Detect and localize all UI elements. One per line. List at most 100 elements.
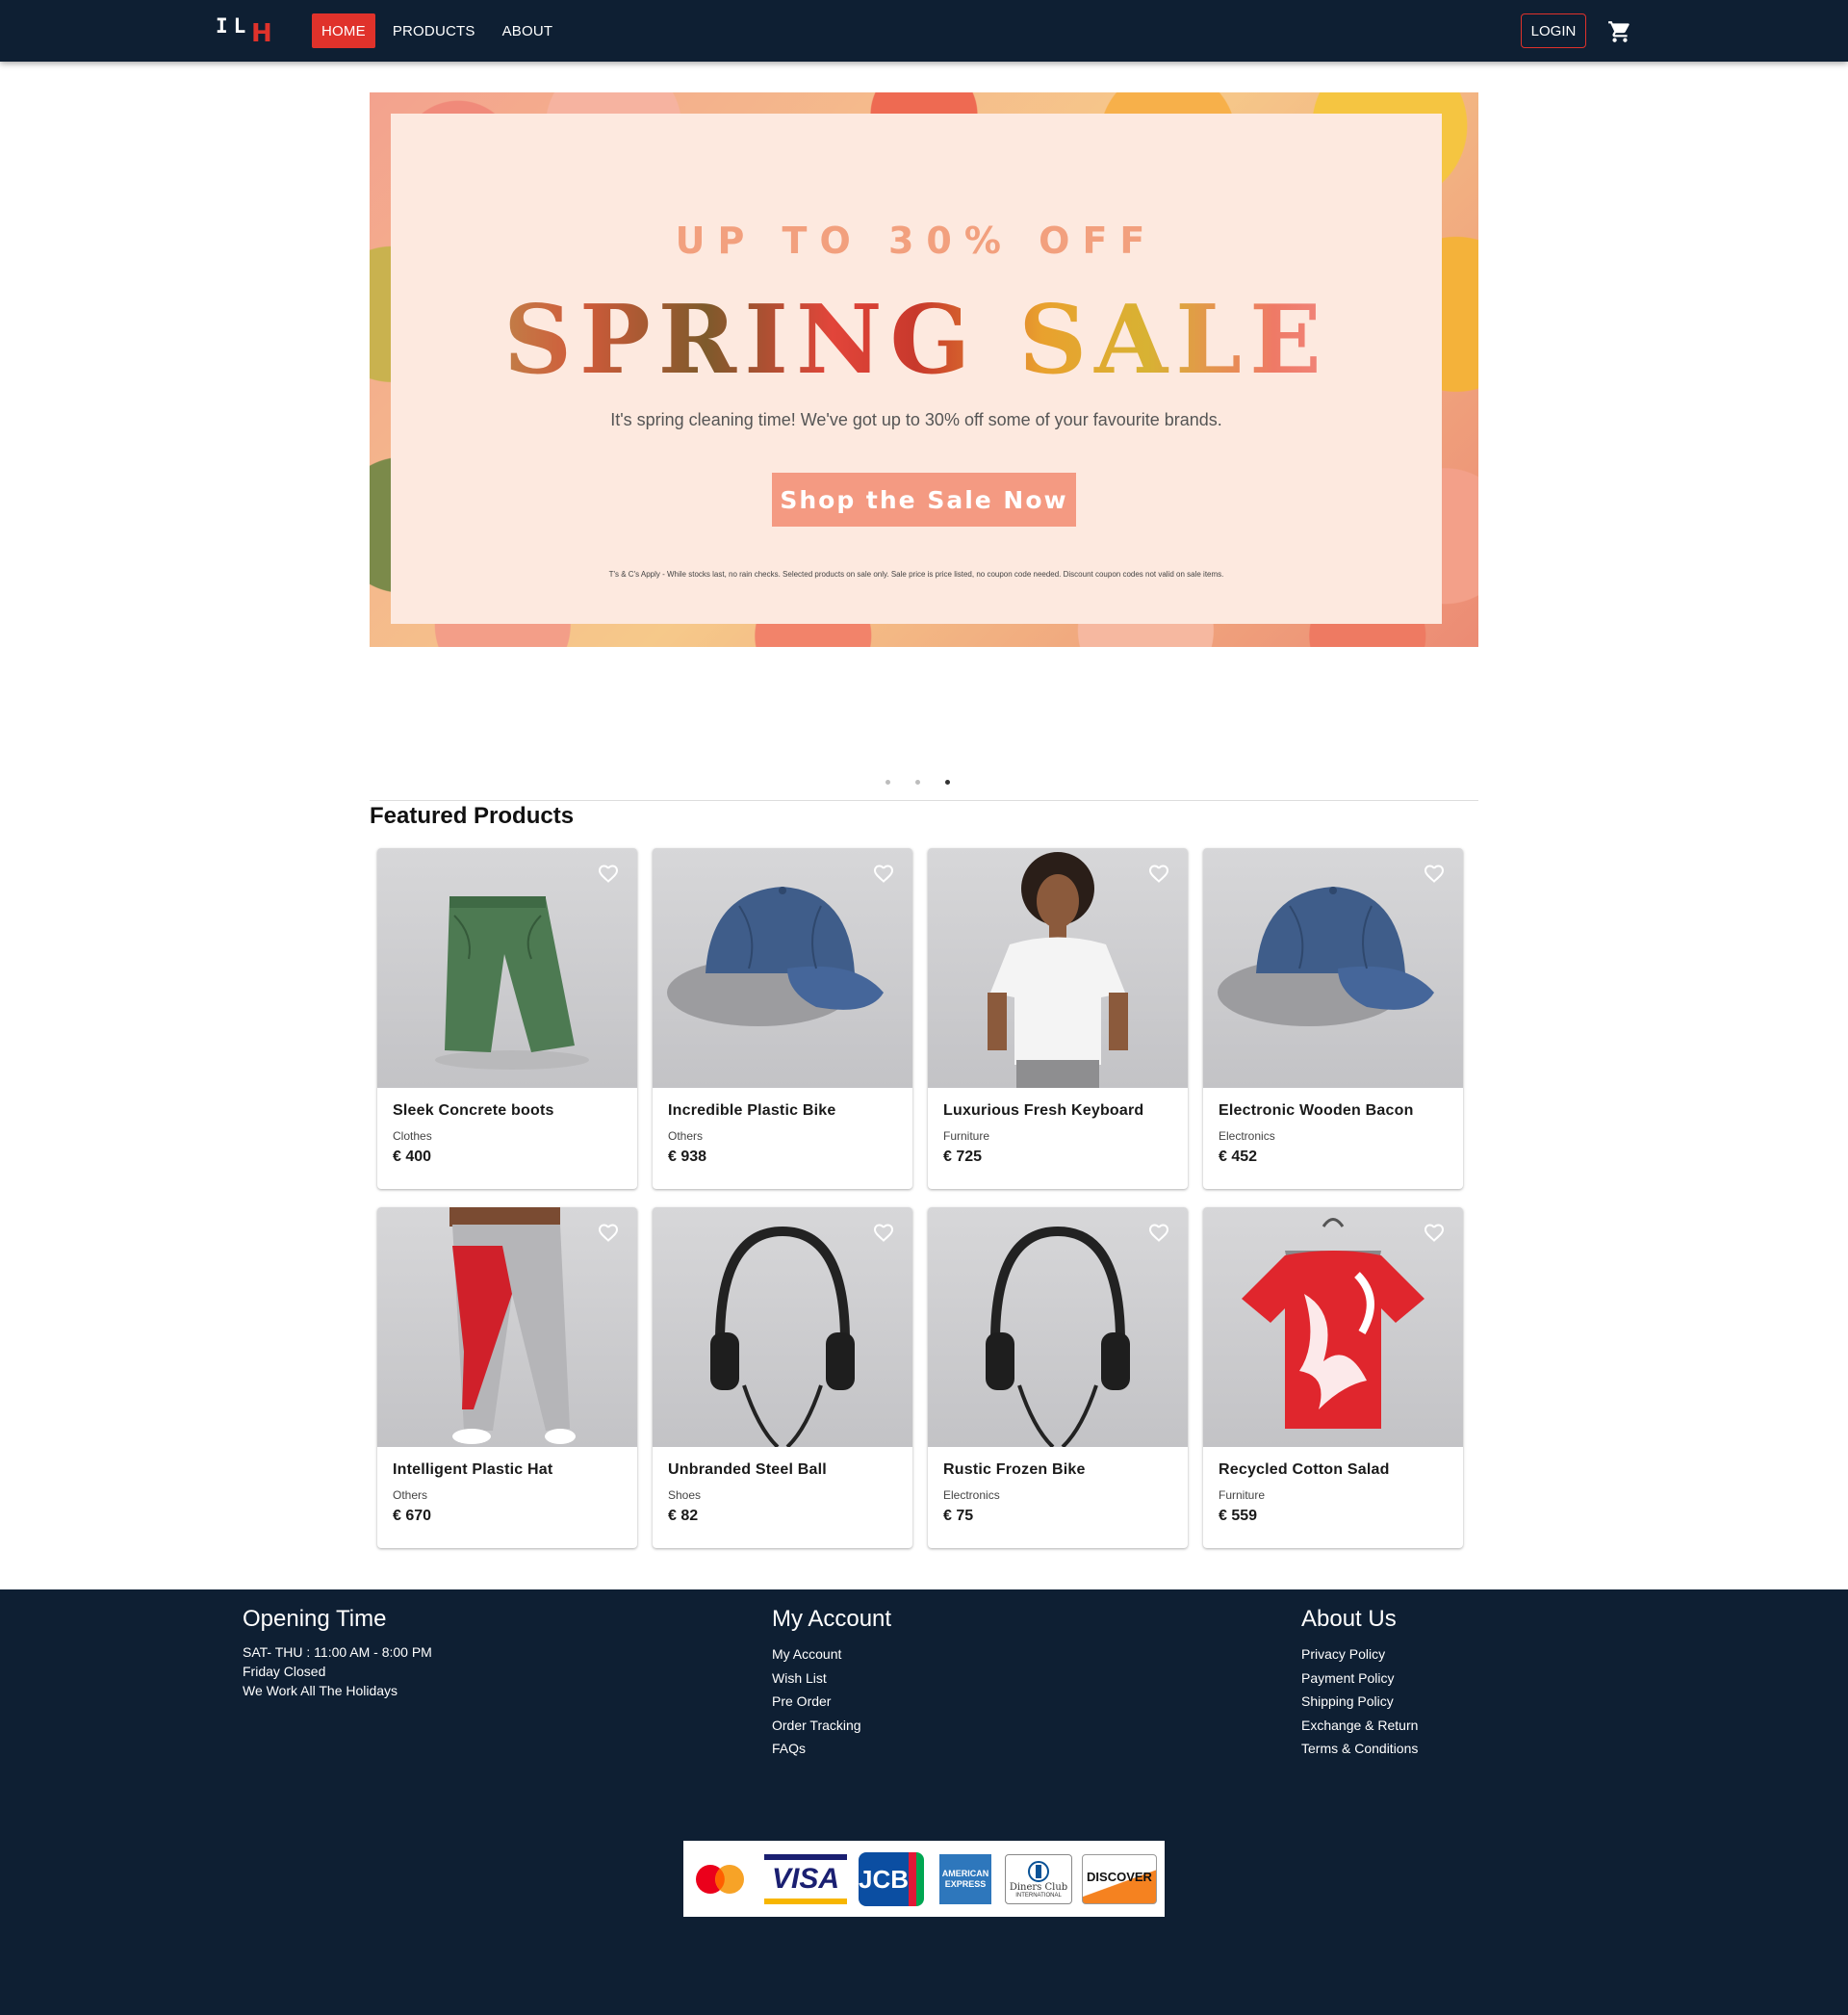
product-name[interactable]: Recycled Cotton Salad: [1219, 1461, 1448, 1479]
favorite-heart-icon[interactable]: [872, 1221, 895, 1244]
product-card[interactable]: Unbranded Steel Ball Shoes € 82: [653, 1207, 912, 1548]
carousel-dot-2[interactable]: [915, 780, 920, 785]
product-price: € 82: [668, 1508, 699, 1524]
diners-subtext: INTERNATIONAL: [1015, 1892, 1062, 1899]
product-price: € 670: [393, 1508, 432, 1524]
login-button[interactable]: LOGIN: [1521, 13, 1586, 48]
product-category: Electronics: [1219, 1129, 1275, 1143]
logo-accent-text: H: [251, 19, 272, 48]
nav-about-link[interactable]: ABOUT: [493, 13, 563, 48]
banner-card: UP TO 30% OFF SPRING SALE It's spring cl…: [391, 114, 1442, 624]
footer-link-pre-order[interactable]: Pre Order: [772, 1690, 891, 1714]
product-card[interactable]: Rustic Frozen Bike Electronics € 75: [928, 1207, 1188, 1548]
product-grid: Sleek Concrete boots Clothes € 400 Incre…: [377, 848, 1463, 1548]
product-name[interactable]: Incredible Plastic Bike: [668, 1102, 897, 1120]
banner-title: SPRING SALE: [391, 285, 1442, 396]
product-price: € 725: [943, 1149, 983, 1165]
product-price: € 938: [668, 1149, 707, 1165]
shop-sale-button[interactable]: Shop the Sale Now: [772, 473, 1076, 527]
favorite-heart-icon[interactable]: [1147, 862, 1170, 885]
nav-products-link[interactable]: PRODUCTS: [383, 13, 485, 48]
carousel-indicators: [886, 780, 950, 785]
product-card[interactable]: Sleek Concrete boots Clothes € 400: [377, 848, 637, 1189]
product-category: Others: [668, 1129, 704, 1143]
footer-link-terms[interactable]: Terms & Conditions: [1301, 1737, 1418, 1761]
banner-promo-line: UP TO 30% OFF: [675, 220, 1158, 262]
product-card[interactable]: Luxurious Fresh Keyboard Furniture € 725: [928, 848, 1188, 1189]
footer-link-privacy[interactable]: Privacy Policy: [1301, 1642, 1418, 1666]
product-category: Clothes: [393, 1129, 432, 1143]
promo-banner[interactable]: UP TO 30% OFF SPRING SALE It's spring cl…: [370, 92, 1478, 647]
footer-link-my-account[interactable]: My Account: [772, 1642, 891, 1666]
product-name[interactable]: Rustic Frozen Bike: [943, 1461, 1172, 1479]
brand-logo[interactable]: IL H: [216, 13, 273, 48]
visa-text: VISA: [771, 1863, 840, 1895]
opening-holidays-line: We Work All The Holidays: [243, 1683, 398, 1698]
footer-link-payment[interactable]: Payment Policy: [1301, 1666, 1418, 1691]
product-name[interactable]: Unbranded Steel Ball: [668, 1461, 897, 1479]
product-card[interactable]: Recycled Cotton Salad Furniture € 559: [1203, 1207, 1463, 1548]
product-info: Unbranded Steel Ball Shoes € 82: [653, 1447, 912, 1525]
favorite-heart-icon[interactable]: [597, 1221, 620, 1244]
amex-icon: AMERICAN EXPRESS: [939, 1854, 991, 1904]
product-name[interactable]: Luxurious Fresh Keyboard: [943, 1102, 1172, 1120]
product-price: € 559: [1219, 1508, 1258, 1524]
favorite-heart-icon[interactable]: [872, 862, 895, 885]
top-navbar: IL H HOME PRODUCTS ABOUT LOGIN: [0, 0, 1848, 62]
logo-text: IL: [216, 14, 252, 38]
product-card[interactable]: Incredible Plastic Bike Others € 938: [653, 848, 912, 1189]
carousel-dot-1[interactable]: [886, 780, 890, 785]
product-card[interactable]: Electronic Wooden Bacon Electronics € 45…: [1203, 848, 1463, 1189]
footer-link-shipping[interactable]: Shipping Policy: [1301, 1690, 1418, 1714]
discover-icon: DISCOVER: [1082, 1854, 1157, 1904]
product-image-tshirt-model[interactable]: [928, 848, 1188, 1088]
favorite-heart-icon[interactable]: [1423, 1221, 1446, 1244]
banner-fine-print: T's & C's Apply - While stocks last, no …: [608, 570, 1224, 579]
opening-closed-line: Friday Closed: [243, 1664, 326, 1679]
product-image-headphones[interactable]: [653, 1207, 912, 1447]
footer-link-wish-list[interactable]: Wish List: [772, 1666, 891, 1691]
featured-products-title: Featured Products: [370, 803, 575, 829]
product-image-red-tshirt[interactable]: [1203, 1207, 1463, 1447]
product-image-joggers[interactable]: [377, 1207, 637, 1447]
footer-about-us: About Us Privacy Policy Payment Policy S…: [1301, 1606, 1418, 1761]
product-name[interactable]: Electronic Wooden Bacon: [1219, 1102, 1448, 1120]
footer-link-exchange[interactable]: Exchange & Return: [1301, 1714, 1418, 1738]
footer-opening-time: Opening Time SAT- THU : 11:00 AM - 8:00 …: [243, 1606, 432, 1700]
footer-link-order-tracking[interactable]: Order Tracking: [772, 1714, 891, 1738]
carousel-dot-3[interactable]: [945, 780, 950, 785]
site-footer: Opening Time SAT- THU : 11:00 AM - 8:00 …: [0, 1589, 1848, 2015]
product-price: € 452: [1219, 1149, 1258, 1165]
footer-link-faqs[interactable]: FAQs: [772, 1737, 891, 1761]
product-info: Electronic Wooden Bacon Electronics € 45…: [1203, 1088, 1463, 1166]
nav-home-link[interactable]: HOME: [312, 13, 375, 48]
product-name[interactable]: Sleek Concrete boots: [393, 1102, 622, 1120]
product-card[interactable]: Intelligent Plastic Hat Others € 670: [377, 1207, 637, 1548]
product-category: Shoes: [668, 1488, 702, 1502]
product-category: Others: [393, 1488, 428, 1502]
payment-methods: VISA JCB AMERICAN EXPRESS Diners Club IN…: [683, 1841, 1165, 1917]
product-image-cap[interactable]: [653, 848, 912, 1088]
jcb-text: JCB: [859, 1852, 910, 1906]
jcb-icon: JCB: [859, 1852, 924, 1906]
product-info: Luxurious Fresh Keyboard Furniture € 725: [928, 1088, 1188, 1166]
favorite-heart-icon[interactable]: [597, 862, 620, 885]
visa-icon: VISA: [764, 1852, 847, 1906]
product-info: Rustic Frozen Bike Electronics € 75: [928, 1447, 1188, 1525]
product-image-headphones[interactable]: [928, 1207, 1188, 1447]
diners-logo-icon: [1028, 1860, 1049, 1882]
product-price: € 75: [943, 1508, 974, 1524]
shopping-cart-icon[interactable]: [1607, 19, 1632, 44]
diners-club-icon: Diners Club INTERNATIONAL: [1005, 1854, 1072, 1904]
product-info: Intelligent Plastic Hat Others € 670: [377, 1447, 637, 1525]
product-name[interactable]: Intelligent Plastic Hat: [393, 1461, 622, 1479]
product-info: Incredible Plastic Bike Others € 938: [653, 1088, 912, 1166]
favorite-heart-icon[interactable]: [1423, 862, 1446, 885]
product-info: Sleek Concrete boots Clothes € 400: [377, 1088, 637, 1166]
diners-text: Diners Club: [1009, 1881, 1068, 1893]
footer-heading-about: About Us: [1301, 1606, 1397, 1632]
product-image-cap[interactable]: [1203, 848, 1463, 1088]
footer-my-account: My Account My Account Wish List Pre Orde…: [772, 1606, 891, 1761]
product-image-shorts[interactable]: [377, 848, 637, 1088]
favorite-heart-icon[interactable]: [1147, 1221, 1170, 1244]
